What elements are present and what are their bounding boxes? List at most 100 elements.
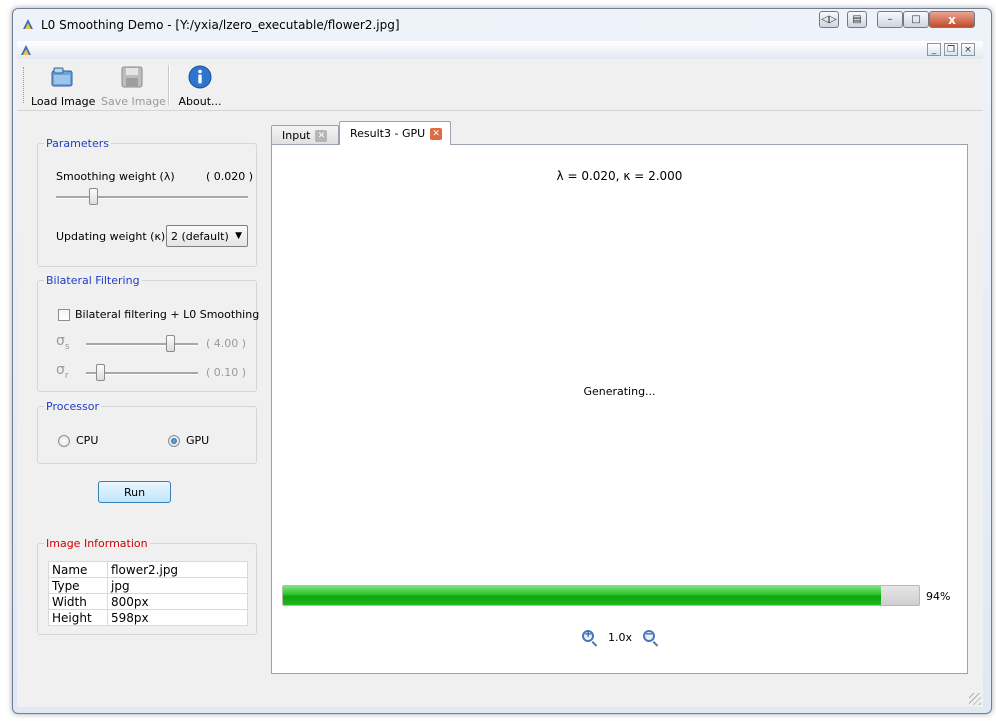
title-bar[interactable]: L0 Smoothing Demo - [Y:/yxia/lzero_execu… [13, 9, 991, 39]
progress-percent: 94% [926, 590, 951, 603]
sigma-s-value: ( 4.00 ) [206, 337, 247, 350]
bilateral-checkbox-row[interactable]: Bilateral filtering + L0 Smoothing [58, 308, 259, 321]
floppy-disk-icon [121, 66, 143, 88]
maximize-glyph: □ [911, 14, 921, 25]
tab-input-label: Input [282, 129, 311, 142]
tab-result3-gpu[interactable]: Result3 - GPU ✕ [339, 121, 451, 145]
sigma-s-slider[interactable] [86, 335, 198, 355]
smoothing-weight-value: ( 0.020 ) [206, 170, 254, 183]
folder-open-icon [51, 67, 73, 87]
progress-bar [282, 585, 920, 606]
smoothing-weight-label: Smoothing weight (λ) [56, 170, 175, 183]
close-glyph: x [948, 12, 956, 27]
sigma-s-track [86, 343, 198, 346]
sigma-s-subscript: s [64, 341, 70, 352]
mdi-minimize-button[interactable]: _ [927, 43, 941, 56]
gpu-radio[interactable] [168, 434, 180, 447]
mdi-restore-glyph: ❐ [946, 44, 956, 55]
gpu-label: GPU [186, 434, 210, 447]
minimize-button[interactable]: – [877, 11, 903, 28]
main-window: L0 Smoothing Demo - [Y:/yxia/lzero_execu… [12, 8, 992, 714]
zoom-out-icon[interactable]: − [643, 629, 655, 642]
mdi-bar: _ ❐ × [17, 41, 983, 60]
about-label: About... [178, 95, 222, 108]
updating-weight-label: Updating weight (κ) [56, 230, 166, 243]
window-title: L0 Smoothing Demo - [Y:/yxia/lzero_execu… [41, 18, 400, 32]
sigma-r-value: ( 0.10 ) [206, 366, 247, 379]
toolbar: Load Image Save Image About... [17, 59, 983, 111]
info-icon [188, 65, 212, 89]
sigma-r-handle[interactable] [96, 364, 105, 381]
maximize-button[interactable]: □ [903, 11, 929, 28]
chevron-down-icon: ▼ [235, 231, 242, 241]
bilateral-filtering-group: Bilateral Filtering Bilateral filtering … [37, 274, 259, 392]
result-params-text: λ = 0.020, κ = 2.000 [556, 169, 683, 183]
toolbar-separator [168, 65, 170, 105]
zoom-level: 1.0x [608, 631, 633, 644]
sigma-s-symbol: σ [56, 333, 65, 349]
info-value-height: 598px [107, 609, 248, 626]
info-key-width: Width [48, 593, 108, 610]
bilateral-filtering-title: Bilateral Filtering [44, 274, 142, 287]
cpu-label: CPU [76, 434, 99, 447]
sigma-s-handle[interactable] [166, 335, 175, 352]
load-image-label: Load Image [31, 95, 96, 108]
image-information-table: Name flower2.jpg Type jpg Width 800px He… [48, 561, 248, 626]
mdi-minimize-glyph: _ [931, 44, 937, 55]
cpu-radio[interactable] [58, 434, 70, 447]
sigma-r-slider[interactable] [86, 364, 198, 384]
result-panel: λ = 0.020, κ = 2.000 Generating... 94% +… [271, 144, 968, 674]
nav-arrows-icon[interactable]: ◁▷ [819, 11, 839, 28]
load-image-button[interactable]: Load Image [31, 65, 96, 109]
toolbar-grip[interactable] [23, 67, 26, 103]
save-image-label: Save Image [101, 95, 166, 108]
sigma-r-symbol: σ [56, 362, 65, 378]
processor-title: Processor [44, 400, 101, 413]
image-information-group: Image Information Name flower2.jpg Type … [37, 537, 257, 635]
info-value-width: 800px [107, 593, 248, 610]
updating-weight-select[interactable]: 2 (default) ▼ [166, 225, 248, 247]
tab-result3-label: Result3 - GPU [350, 127, 426, 140]
resize-grip[interactable] [969, 693, 981, 705]
table-row: Width 800px [48, 593, 248, 610]
info-key-height: Height [48, 609, 108, 626]
updating-weight-selected: 2 (default) [171, 229, 229, 243]
smoothing-slider-handle[interactable] [89, 188, 98, 205]
table-row: Type jpg [48, 577, 248, 594]
bilateral-checkbox-label: Bilateral filtering + L0 Smoothing [75, 308, 260, 321]
save-image-button[interactable]: Save Image [101, 65, 166, 109]
bilateral-checkbox[interactable] [58, 308, 70, 321]
info-key-name: Name [48, 561, 108, 578]
processor-group: Processor CPU GPU [37, 400, 257, 464]
run-button[interactable]: Run [98, 481, 171, 503]
tab-input[interactable]: Input ✕ [271, 125, 339, 145]
sigma-s-label: σs [56, 333, 70, 352]
gpu-radio-row[interactable]: GPU [168, 434, 209, 447]
table-row: Name flower2.jpg [48, 561, 248, 578]
info-value-type: jpg [107, 577, 248, 594]
close-button[interactable]: x [929, 11, 975, 28]
sigma-r-subscript: r [64, 370, 69, 381]
zoom-in-icon[interactable]: + [582, 629, 594, 642]
client-area: Load Image Save Image About... Parameter… [17, 59, 983, 707]
about-button[interactable]: About... [175, 65, 225, 109]
smoothing-slider-track [56, 196, 248, 199]
snapshot-icon[interactable]: ▤ [847, 11, 867, 28]
parameters-group: Parameters Smoothing weight (λ) ( 0.020 … [37, 137, 257, 267]
mdi-app-icon [21, 45, 31, 55]
sigma-r-label: σr [56, 362, 69, 381]
minimize-glyph: – [887, 14, 893, 25]
tab-input-close-icon[interactable]: ✕ [315, 129, 328, 142]
info-value-name: flower2.jpg [107, 561, 248, 578]
mdi-restore-button[interactable]: ❐ [944, 43, 958, 56]
smoothing-weight-slider[interactable] [56, 188, 248, 208]
progress-fill [283, 586, 881, 605]
mdi-close-glyph: × [964, 44, 972, 55]
app-icon [23, 19, 33, 29]
tab-bar: Input ✕ Result3 - GPU ✕ [271, 121, 971, 145]
mdi-close-button[interactable]: × [961, 43, 975, 56]
tab-result3-close-icon[interactable]: ✕ [430, 127, 443, 140]
cpu-radio-row[interactable]: CPU [58, 434, 98, 447]
parameters-title: Parameters [44, 137, 111, 150]
table-row: Height 598px [48, 609, 248, 626]
